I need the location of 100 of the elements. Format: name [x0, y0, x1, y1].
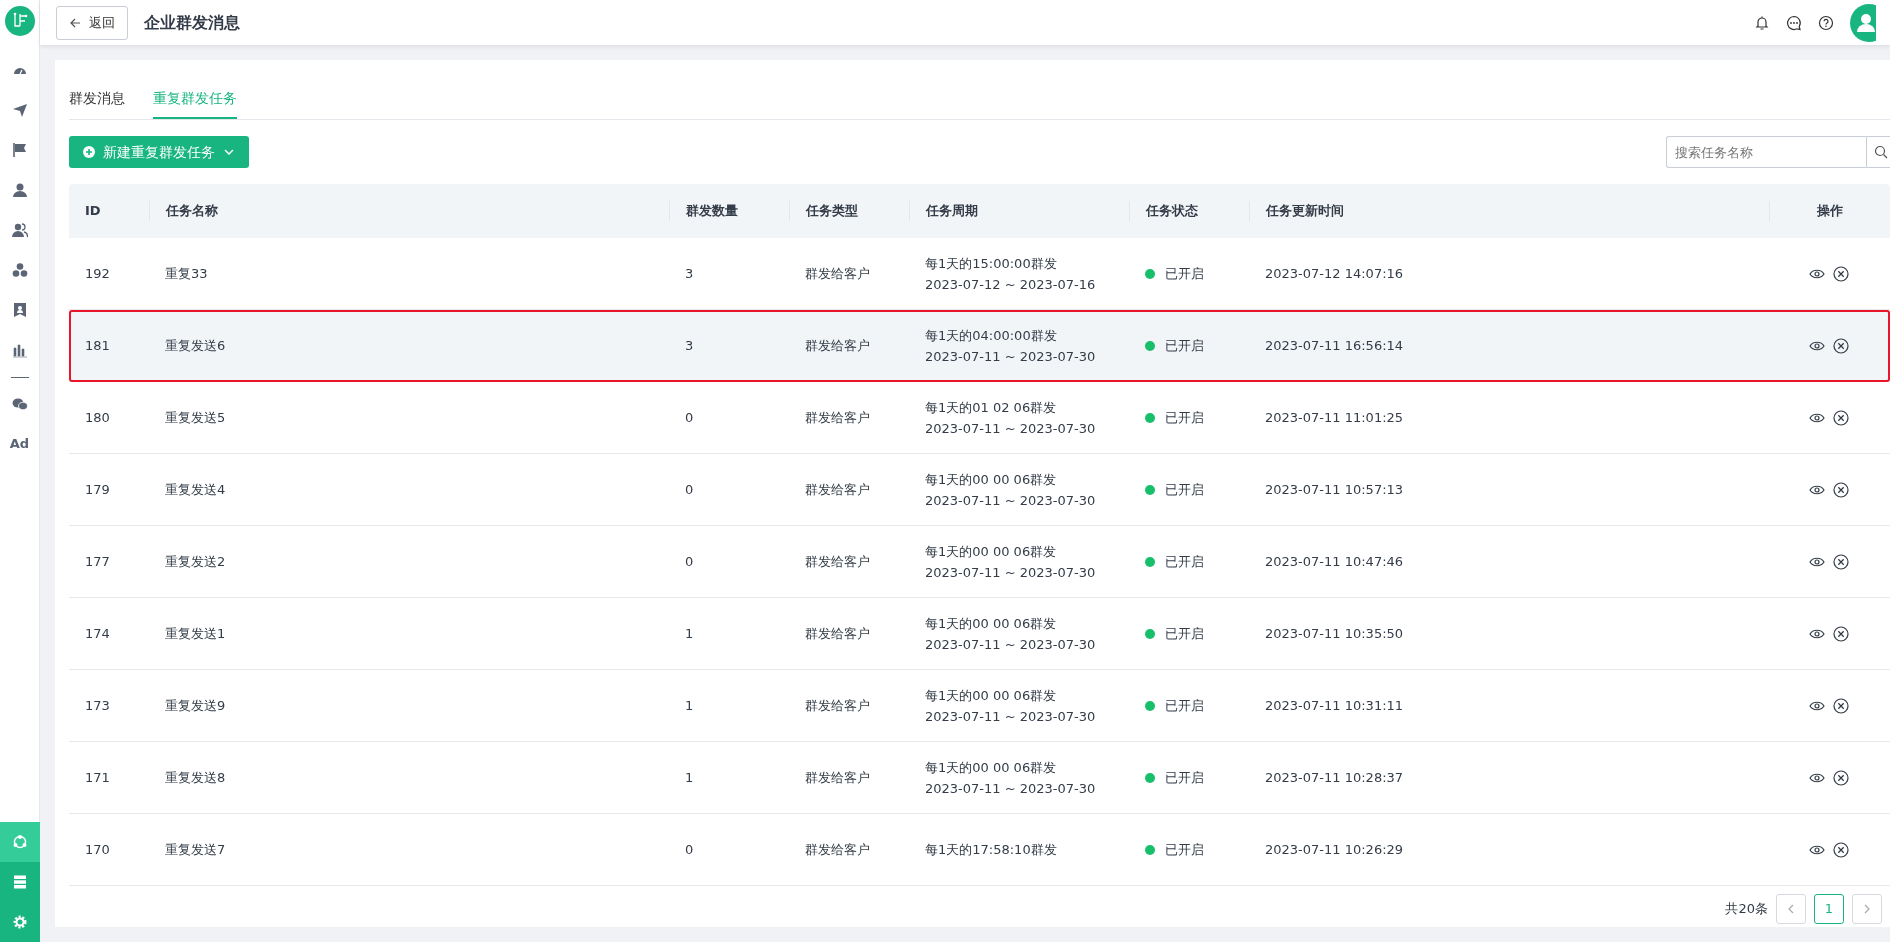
- column-header: 任务名称: [166, 203, 218, 219]
- table-cell: 2023-07-11 10:47:46: [1265, 553, 1404, 569]
- table-cell: 重复33: [165, 265, 208, 281]
- table-cell: 1: [685, 625, 694, 641]
- close-icon[interactable]: [1833, 481, 1849, 498]
- badge-icon[interactable]: [11, 302, 28, 318]
- column-header: 任务更新时间: [1266, 203, 1344, 219]
- table-cell: 2023-07-11 10:31:11: [1265, 697, 1404, 713]
- table-cell: 2023-07-12 14:07:16: [1265, 265, 1404, 281]
- sidebar-item[interactable]: [0, 902, 40, 942]
- table-cell: 群发给客户: [805, 337, 870, 353]
- sidebar-item[interactable]: [0, 862, 40, 902]
- close-icon[interactable]: [1833, 697, 1849, 714]
- paper-plane-icon[interactable]: [11, 102, 28, 118]
- table-cell: 2023-07-11 16:56:14: [1265, 337, 1404, 353]
- close-icon[interactable]: [1833, 553, 1849, 570]
- network-icon: [11, 834, 28, 850]
- total-count: 共20条: [1725, 900, 1768, 919]
- close-icon[interactable]: [1833, 769, 1849, 786]
- logo-icon[interactable]: [4, 6, 35, 36]
- table-cell: 1: [685, 697, 694, 713]
- table-cell-text: 2023-07-11 ~ 2023-07-30: [925, 563, 1097, 582]
- table-cell-text: 2023-07-11 ~ 2023-07-30: [925, 707, 1097, 726]
- table-cell: 0: [685, 553, 694, 569]
- table-cell: 2023-07-11 10:35:50: [1265, 625, 1404, 641]
- table-cell: 177: [85, 553, 110, 569]
- table-cell-text: 每1天的00 00 06群发: [925, 470, 1058, 489]
- server-icon: [11, 874, 28, 890]
- close-icon[interactable]: [1833, 409, 1849, 426]
- bell-icon[interactable]: [1754, 14, 1770, 31]
- table-cell: 170: [85, 841, 110, 857]
- sidebar-item[interactable]: Ad: [0, 424, 40, 464]
- close-icon[interactable]: [1833, 265, 1849, 282]
- plus-circle-icon: [83, 146, 95, 158]
- table-cell: 重复发送8: [165, 769, 226, 785]
- column-header: 群发数量: [686, 203, 738, 219]
- search-button[interactable]: [1866, 136, 1890, 168]
- table-cell: 群发给客户: [805, 769, 870, 785]
- chevron-left-icon: [1786, 904, 1796, 914]
- table-cell: 群发给客户: [805, 265, 870, 281]
- table-cell-text: 2023-07-11 ~ 2023-07-30: [925, 347, 1097, 366]
- user-icon[interactable]: [11, 182, 28, 198]
- close-icon[interactable]: [1833, 841, 1849, 858]
- table-cell-text: 2023-07-12 ~ 2023-07-16: [925, 275, 1097, 294]
- table-cell-text: 已开启: [1165, 264, 1204, 283]
- table-cell: 重复发送4: [165, 481, 226, 497]
- flag-icon[interactable]: [11, 142, 28, 158]
- table-cell: 192: [85, 265, 110, 281]
- table-cell: 群发给客户: [805, 697, 870, 713]
- table-cell-text: 每1天的17:58:10群发: [925, 841, 1058, 859]
- close-icon[interactable]: [1833, 337, 1849, 354]
- table-cell-text: 每1天的00 00 06群发: [925, 686, 1058, 705]
- table-cell: 174: [85, 625, 110, 641]
- table-cell-text: 每1天的04:00:00群发: [925, 326, 1058, 345]
- table-cell: 重复发送9: [165, 697, 226, 713]
- table-cell-text: 已开启: [1165, 624, 1204, 643]
- search-icon: [1874, 145, 1888, 159]
- users-icon[interactable]: [11, 222, 28, 238]
- table-cell: 2023-07-11 10:26:29: [1265, 841, 1404, 857]
- table-cell-text: 2023-07-11 ~ 2023-07-30: [925, 491, 1097, 510]
- column-header: 任务周期: [926, 203, 978, 219]
- table-cell: 171: [85, 769, 110, 785]
- table-cell: 173: [85, 697, 110, 713]
- table-cell-text: 2023-07-11 ~ 2023-07-30: [925, 779, 1097, 798]
- back-button[interactable]: 返回: [56, 5, 128, 40]
- table-cell: 1: [685, 769, 694, 785]
- search-field[interactable]: 搜索任务名称: [1666, 136, 1866, 168]
- table-cell-text: 已开启: [1165, 840, 1204, 859]
- table-cell: 重复发送6: [165, 337, 226, 353]
- avatar-icon[interactable]: [1850, 3, 1876, 42]
- table-cell: 180: [85, 409, 110, 425]
- table-cell: 重复发送7: [165, 841, 226, 857]
- column-header: 任务类型: [806, 203, 858, 219]
- column-header: ID: [85, 203, 101, 219]
- table-cell: 179: [85, 481, 110, 497]
- table-cell: 0: [685, 481, 694, 497]
- table-cell-text: 2023-07-11 ~ 2023-07-30: [925, 635, 1097, 654]
- chat-bubbles-icon[interactable]: [11, 396, 28, 412]
- table-cell-text: 每1天的01 02 06群发: [925, 398, 1058, 417]
- table-cell-text: 每1天的00 00 06群发: [925, 614, 1058, 633]
- table-cell: 群发给客户: [805, 625, 870, 641]
- column-header: 操作: [1816, 203, 1843, 219]
- tab[interactable]: 群发消息: [69, 80, 125, 119]
- table-cell-text: 已开启: [1165, 480, 1204, 499]
- chat-bubble-icon[interactable]: [1786, 14, 1802, 31]
- help-icon[interactable]: [1818, 14, 1834, 31]
- table-cell: 2023-07-11 10:57:13: [1265, 481, 1404, 497]
- table-cell: 重复发送2: [165, 553, 226, 569]
- chevron-right-icon: [1862, 904, 1872, 914]
- table-cell: 群发给客户: [805, 481, 870, 497]
- column-header: 任务状态: [1146, 203, 1198, 219]
- table-cell-text: 每1天的15:00:00群发: [925, 254, 1058, 273]
- table-cell: 3: [685, 265, 694, 281]
- three-circles-icon[interactable]: [11, 262, 28, 278]
- bar-chart-icon[interactable]: [11, 342, 28, 358]
- table-cell: 3: [685, 337, 694, 353]
- table-cell-text: 2023-07-11 ~ 2023-07-30: [925, 419, 1097, 438]
- table-cell-text: 已开启: [1165, 768, 1204, 787]
- gear-icon: [11, 914, 28, 930]
- close-icon[interactable]: [1833, 625, 1849, 642]
